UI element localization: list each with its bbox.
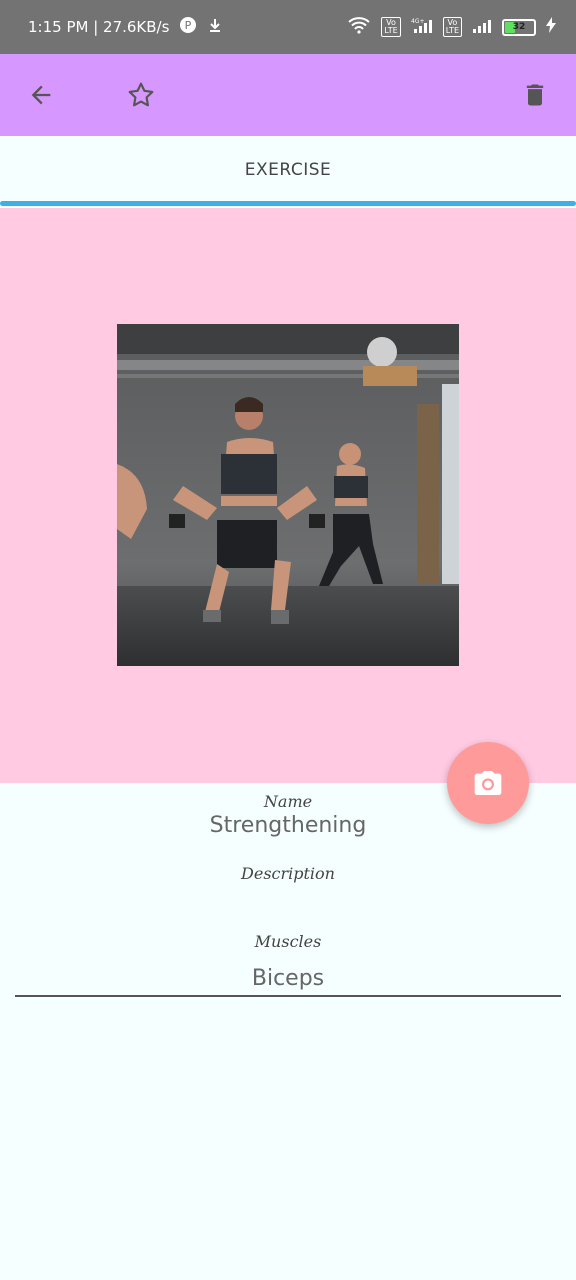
favorite-button[interactable]: [117, 71, 165, 119]
app-bar: [0, 54, 576, 136]
wifi-icon: [347, 16, 371, 38]
app-notification-icon: P: [179, 16, 197, 38]
name-field[interactable]: Strengthening: [0, 813, 576, 838]
signal-icon: 4G+: [411, 16, 433, 38]
trash-icon: [526, 84, 544, 106]
name-label: Name: [263, 792, 313, 811]
camera-button[interactable]: [447, 742, 529, 824]
description-label: Description: [241, 864, 335, 883]
tab-bar: EXERCISE: [0, 136, 576, 208]
battery-level: 32: [512, 22, 526, 32]
battery-indicator: 32: [502, 18, 536, 36]
description-field[interactable]: [0, 890, 576, 918]
back-button[interactable]: [17, 71, 65, 119]
download-icon: [207, 17, 223, 37]
signal-icon-2: [472, 16, 492, 38]
star-outline-icon: [128, 82, 154, 107]
exercise-photo[interactable]: [117, 324, 459, 666]
volte-badge-2: Vo LTE: [442, 17, 462, 37]
photo-panel: [0, 208, 576, 783]
svg-text:P: P: [185, 19, 192, 32]
tab-indicator: [0, 201, 576, 206]
back-arrow-icon: [31, 85, 51, 105]
tab-exercise[interactable]: EXERCISE: [0, 160, 576, 180]
charging-icon: [546, 17, 556, 37]
svg-text:4G+: 4G+: [411, 18, 425, 25]
volte-badge: Vo LTE: [381, 17, 401, 37]
muscles-label: Muscles: [254, 932, 322, 951]
delete-button[interactable]: [511, 71, 559, 119]
status-bar: 1:15 PM | 27.6KB/s P Vo LTE 4G+ Vo LTE 32: [0, 0, 576, 54]
muscles-field[interactable]: Biceps: [0, 966, 576, 991]
muscles-field-underline: [15, 995, 561, 997]
status-time-speed: 1:15 PM | 27.6KB/s: [28, 18, 170, 36]
